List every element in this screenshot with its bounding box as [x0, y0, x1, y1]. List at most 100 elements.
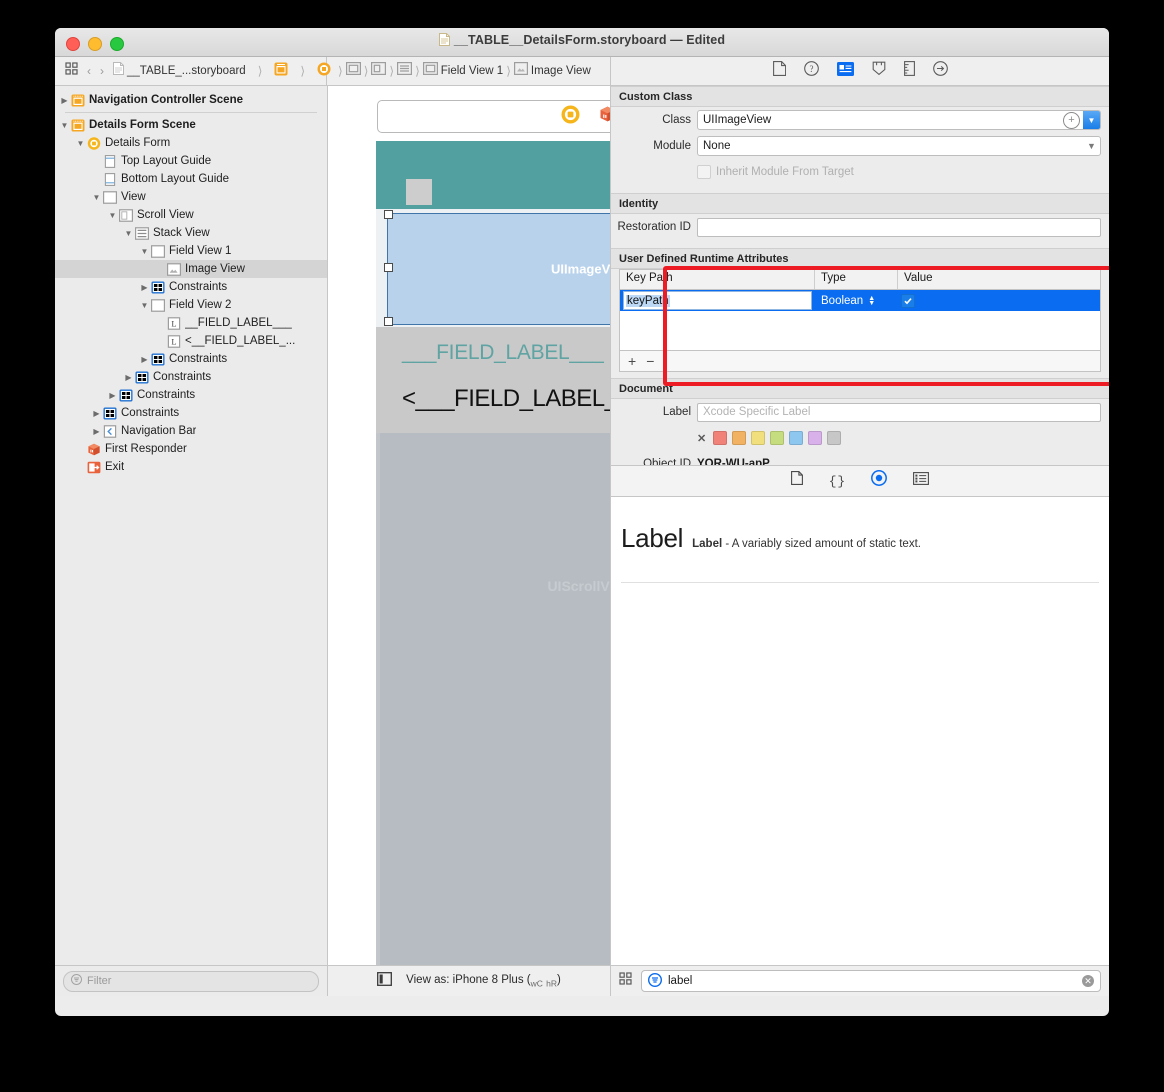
- module-chevron-down-icon[interactable]: ▼: [1083, 137, 1100, 155]
- file-template-library-tab[interactable]: [790, 471, 803, 490]
- no-color-icon[interactable]: ✕: [697, 432, 706, 445]
- identity-inspector-tab[interactable]: [836, 61, 854, 81]
- view-controller-dock-icon[interactable]: [561, 105, 580, 129]
- color-swatch-3[interactable]: [770, 431, 785, 445]
- disclosure-triangle-expanded-icon[interactable]: ▼: [123, 229, 134, 238]
- disclosure-triangle-collapsed-icon[interactable]: ▶: [123, 373, 134, 382]
- disclosure-triangle-expanded-icon[interactable]: ▼: [91, 193, 102, 202]
- outline-row-first-responder[interactable]: ▶First Responder: [55, 440, 327, 458]
- outline-row-view[interactable]: ▼ View: [55, 188, 327, 206]
- outline-row-field-label[interactable]: ▶L__FIELD_LABEL___: [55, 314, 327, 332]
- document-color-swatches[interactable]: ✕: [697, 431, 1101, 445]
- stack-view-breadcrumb-icon[interactable]: [397, 62, 413, 80]
- disclosure-triangle-collapsed-icon[interactable]: ▶: [139, 283, 150, 292]
- view-breadcrumb-icon[interactable]: [345, 62, 361, 80]
- breadcrumb-field-view-1[interactable]: Field View 1: [422, 62, 503, 80]
- back-button[interactable]: ‹: [87, 64, 91, 78]
- document-outline-tree[interactable]: ▶ Navigation Controller Scene ▼ Details For…: [55, 86, 327, 965]
- outline-row-navigation-bar[interactable]: ▶ Navigation Bar: [55, 422, 327, 440]
- document-label-input[interactable]: Xcode Specific Label: [697, 402, 1101, 422]
- udra-table[interactable]: Key Path Type Value keyPath Boolean ▲ ▼ …: [619, 269, 1101, 372]
- breadcrumb-storyboard[interactable]: __TABLE_...storyboard: [113, 62, 246, 80]
- color-swatch-0[interactable]: [713, 431, 728, 445]
- outline-row-navigation-controller-scene[interactable]: ▶ Navigation Controller Scene: [55, 91, 327, 109]
- value-checkbox[interactable]: [901, 293, 915, 308]
- inherit-module-checkbox[interactable]: [697, 165, 711, 179]
- type-cell[interactable]: Boolean ▲ ▼: [815, 295, 898, 307]
- resize-handle-bottom-left[interactable]: [384, 317, 393, 326]
- remove-attribute-button[interactable]: −: [646, 353, 654, 369]
- disclosure-triangle-collapsed-icon[interactable]: ▶: [139, 355, 150, 364]
- resize-handle-top-left[interactable]: [384, 210, 393, 219]
- code-snippet-library-tab[interactable]: { }: [829, 472, 845, 490]
- outline-row-field-view-1[interactable]: ▼ Field View 1: [55, 242, 327, 260]
- outline-row-stack-view[interactable]: ▼ Stack View: [55, 224, 327, 242]
- forward-button[interactable]: ›: [100, 64, 104, 78]
- key-path-input[interactable]: keyPath: [623, 291, 812, 310]
- value-cell[interactable]: [898, 293, 1100, 308]
- outline-row-details-form[interactable]: ▼ Details Form: [55, 134, 327, 152]
- outline-row-bottom-layout-guide[interactable]: ▶Bottom Layout Guide: [55, 170, 327, 188]
- color-swatch-6[interactable]: [827, 431, 842, 445]
- outline-row-constraints[interactable]: ▶ Constraints: [55, 278, 327, 296]
- resize-handle-middle-left[interactable]: [384, 263, 393, 272]
- disclosure-triangle-collapsed-icon[interactable]: ▶: [91, 409, 102, 418]
- quick-help-inspector-tab[interactable]: ?: [803, 61, 819, 81]
- clear-search-icon[interactable]: ✕: [1082, 975, 1094, 987]
- storyboard-canvas[interactable]: UIImageView ___FIELD_LABEL___ <___FIELD_: [328, 86, 610, 965]
- outline-row-constraints[interactable]: ▶ Constraints: [55, 386, 327, 404]
- filter-input[interactable]: Filter: [63, 970, 319, 992]
- library-search-input[interactable]: label ✕: [641, 970, 1101, 992]
- disclosure-triangle-expanded-icon[interactable]: ▼: [139, 247, 150, 256]
- connections-inspector-tab[interactable]: [932, 61, 948, 81]
- color-swatch-2[interactable]: [751, 431, 766, 445]
- media-library-tab[interactable]: [913, 471, 930, 490]
- type-stepper-icon[interactable]: ▲ ▼: [868, 295, 875, 307]
- outline-row-image-view[interactable]: ▶Image View: [55, 260, 327, 278]
- disclosure-triangle-expanded-icon[interactable]: ▼: [139, 301, 150, 310]
- navigator-toggle-icon[interactable]: [65, 62, 78, 80]
- outline-row-field-label[interactable]: ▶L<__FIELD_LABEL_...: [55, 332, 327, 350]
- outline-row-details-form-scene[interactable]: ▼ Details Form Scene: [55, 116, 327, 134]
- outline-row-constraints[interactable]: ▶ Constraints: [55, 404, 327, 422]
- add-class-icon[interactable]: +: [1063, 111, 1080, 129]
- class-combo[interactable]: UIImageView + ▼: [697, 110, 1101, 130]
- library-content[interactable]: Label Label - A variably sized amount of…: [611, 495, 1109, 587]
- outline-row-field-view-2[interactable]: ▼ Field View 2: [55, 296, 327, 314]
- disclosure-triangle-expanded-icon[interactable]: ▼: [59, 121, 70, 130]
- view-as-label[interactable]: View as: iPhone 8 Plus (wC hR): [406, 974, 561, 988]
- disclosure-triangle-collapsed-icon[interactable]: ▶: [107, 391, 118, 400]
- device-preview-toggle-icon[interactable]: [377, 971, 393, 991]
- outline-row-exit[interactable]: ▶Exit: [55, 458, 327, 476]
- restoration-id-input[interactable]: [697, 217, 1101, 237]
- color-swatch-4[interactable]: [789, 431, 804, 445]
- breadcrumb-image-view[interactable]: Image View: [513, 62, 591, 80]
- disclosure-triangle-collapsed-icon[interactable]: ▶: [59, 96, 70, 105]
- outline-row-scroll-view[interactable]: ▼ Scroll View: [55, 206, 327, 224]
- disclosure-triangle-collapsed-icon[interactable]: ▶: [91, 427, 102, 436]
- outline-row-constraints[interactable]: ▶ Constraints: [55, 368, 327, 386]
- color-swatch-5[interactable]: [808, 431, 823, 445]
- disclosure-triangle-expanded-icon[interactable]: ▼: [75, 139, 86, 148]
- window-body: ▶ Navigation Controller Scene ▼ Details For…: [55, 86, 1109, 996]
- color-swatch-1[interactable]: [732, 431, 747, 445]
- class-chevron-down-icon[interactable]: ▼: [1083, 111, 1100, 129]
- outline-row-top-layout-guide[interactable]: ▶Top Layout Guide: [55, 152, 327, 170]
- add-attribute-button[interactable]: +: [628, 353, 636, 369]
- size-inspector-tab[interactable]: [903, 61, 915, 81]
- table-row[interactable]: keyPath Boolean ▲ ▼: [620, 290, 1100, 311]
- file-inspector-tab[interactable]: [772, 61, 786, 81]
- image-view-preview[interactable]: UIImageView: [387, 213, 610, 325]
- attributes-inspector-tab[interactable]: [872, 61, 886, 81]
- disclosure-triangle-expanded-icon[interactable]: ▼: [107, 211, 118, 220]
- scene-breadcrumb-icon[interactable]: [274, 62, 288, 81]
- object-library-tab[interactable]: [871, 470, 888, 491]
- list-item[interactable]: Label Label - A variably sized amount of…: [611, 497, 1109, 554]
- module-combo[interactable]: None ▼: [697, 136, 1101, 156]
- first-responder-dock-icon[interactable]: [598, 105, 610, 129]
- outline-row-constraints[interactable]: ▶ Constraints: [55, 350, 327, 368]
- library-grid-view-icon[interactable]: [619, 972, 632, 990]
- scroll-view-breadcrumb-icon[interactable]: [371, 62, 387, 80]
- key-path-cell[interactable]: keyPath: [620, 291, 815, 310]
- inspector-scroll-area[interactable]: Custom Class Class UIImageView + ▼ Modul…: [611, 86, 1109, 465]
